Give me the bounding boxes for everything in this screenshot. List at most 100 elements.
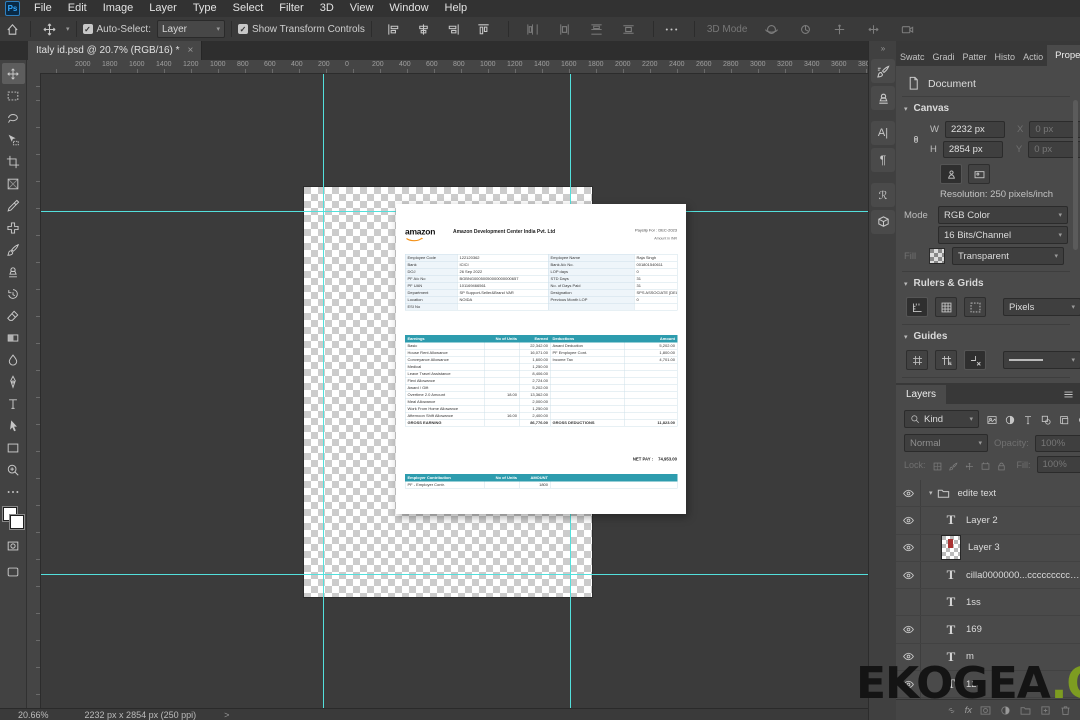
color-swatches[interactable] — [2, 506, 25, 531]
fill-select[interactable]: Transparent ▾ — [952, 247, 1064, 265]
menu-help[interactable]: Help — [437, 0, 476, 17]
visibility-toggle[interactable] — [896, 534, 921, 561]
menu-image[interactable]: Image — [95, 0, 142, 17]
lasso-tool[interactable] — [2, 107, 25, 128]
payslip-document[interactable]: amazon Amazon Development Center India P… — [396, 204, 686, 514]
zoom-tool[interactable] — [2, 459, 25, 480]
menu-type[interactable]: Type — [185, 0, 225, 17]
visibility-toggle[interactable] — [896, 561, 921, 589]
layer-filter-select[interactable]: Kind ▾ — [904, 410, 979, 428]
group-expand-icon[interactable]: ▾ — [929, 489, 933, 497]
distribute-top-button[interactable] — [585, 19, 609, 39]
panel-scrollbar[interactable] — [1073, 100, 1078, 250]
lock-pixels-button[interactable] — [948, 459, 959, 471]
libraries-panel-button[interactable] — [871, 210, 895, 234]
rectangle-tool[interactable] — [2, 437, 25, 458]
more-options-button[interactable] — [660, 19, 684, 39]
brush-tool[interactable] — [2, 239, 25, 260]
lock-all-button[interactable] — [996, 459, 1007, 471]
more-tool[interactable] — [2, 481, 25, 502]
move-tool[interactable] — [1, 63, 25, 84]
character-panel-button[interactable]: A| — [871, 121, 895, 145]
link-dimensions-icon[interactable] — [910, 128, 922, 150]
bit-depth-select[interactable]: 16 Bits/Channel ▾ — [938, 226, 1068, 244]
layer-name[interactable]: cilla0000000...ccccccccc0 d — [966, 570, 1080, 581]
menu-view[interactable]: View — [342, 0, 382, 17]
shape-filter-button[interactable] — [1040, 413, 1052, 425]
units-select[interactable]: Pixels ▾ — [1003, 298, 1080, 316]
landscape-orientation-button[interactable] — [968, 164, 990, 184]
type-filter-button[interactable] — [1022, 413, 1034, 425]
fill-swatch[interactable] — [929, 248, 945, 264]
menu-window[interactable]: Window — [381, 0, 436, 17]
pixel-filter-button[interactable] — [986, 413, 998, 425]
slide-3d-button[interactable] — [861, 19, 885, 39]
eraser-tool[interactable] — [2, 305, 25, 326]
auto-select-dropdown[interactable]: Layer ▾ — [157, 20, 225, 38]
guides-collapse-icon[interactable]: ▾ — [904, 333, 908, 341]
tab-swatc[interactable]: Swatc — [896, 48, 929, 66]
toggle-snap-button[interactable] — [964, 297, 986, 317]
tab-patter[interactable]: Patter — [959, 48, 991, 66]
layer-row[interactable]: T 1ss — [896, 589, 1080, 617]
ruler-origin[interactable] — [27, 60, 41, 74]
paragraph-panel-button[interactable]: ¶ — [871, 148, 895, 172]
camera-3d-button[interactable] — [895, 19, 919, 39]
layer-row[interactable]: Layer 3 — [896, 534, 1080, 562]
portrait-orientation-button[interactable] — [940, 164, 962, 184]
close-tab-icon[interactable]: × — [188, 45, 194, 56]
gradient-tool[interactable] — [2, 327, 25, 348]
zoom-level[interactable]: 20.66% — [18, 710, 49, 720]
status-options-icon[interactable]: > — [224, 710, 229, 720]
align-top-edges-button[interactable] — [472, 19, 496, 39]
new-guide-button[interactable] — [906, 350, 928, 370]
color-filter-button[interactable] — [1076, 413, 1080, 425]
layer-row[interactable]: Tcilla0000000...ccccccccc0 d — [896, 561, 1080, 590]
healing-tool[interactable] — [2, 217, 25, 238]
marquee-tool[interactable] — [2, 85, 25, 106]
opacity-field[interactable]: 100% — [1034, 434, 1080, 452]
glyphs-panel-button[interactable]: ℛ — [871, 183, 895, 207]
horizontal-ruler[interactable]: 2000 1800 1600 1400 1200 1000 800 600 400 200 0 200… — [40, 60, 868, 74]
layers-tab[interactable]: Layers — [896, 385, 947, 404]
canvas-width-field[interactable]: 2232 px — [944, 121, 1005, 138]
adjustment-filter-button[interactable] — [1004, 413, 1016, 425]
clear-guides-button[interactable] — [964, 350, 986, 370]
vertical-guide[interactable] — [323, 73, 324, 708]
tab-gradi[interactable]: Gradi — [929, 48, 959, 66]
clone-stamp-tool[interactable] — [2, 261, 25, 282]
blend-mode-select[interactable]: Normal ▾ — [904, 434, 988, 452]
toggle-grid-button[interactable] — [935, 297, 957, 317]
distribute-vertical-button[interactable] — [617, 19, 641, 39]
screen-mode-button[interactable] — [2, 561, 25, 582]
guide-style-select[interactable]: ▾ — [1003, 351, 1080, 369]
history-brush-tool[interactable] — [2, 283, 25, 304]
crop-tool[interactable] — [2, 151, 25, 172]
horizontal-guide[interactable] — [40, 574, 868, 575]
layer-thumbnail[interactable] — [941, 535, 961, 561]
quick-mask-button[interactable] — [2, 535, 25, 556]
lock-transparent-button[interactable] — [932, 459, 943, 471]
blur-tool[interactable] — [2, 349, 25, 370]
canvas-height-field[interactable]: 2854 px — [942, 141, 1003, 158]
vertical-ruler[interactable] — [27, 73, 41, 708]
clone-source-panel-button[interactable] — [871, 86, 895, 110]
distribute-center-horizontal-button[interactable] — [553, 19, 577, 39]
visibility-toggle[interactable] — [896, 589, 921, 616]
move-tool-preset[interactable] — [37, 19, 61, 39]
layer-row[interactable]: T 169 — [896, 616, 1080, 644]
menu-edit[interactable]: Edit — [60, 0, 95, 17]
align-right-edges-button[interactable] — [442, 19, 466, 39]
layer-row[interactable]: ▾ edite text — [896, 480, 1080, 508]
pan-3d-button[interactable] — [827, 19, 851, 39]
rulers-grids-collapse-icon[interactable]: ▾ — [904, 280, 908, 288]
layer-fill-field[interactable]: 100% — [1036, 456, 1080, 473]
smart-object-filter-button[interactable] — [1058, 413, 1070, 425]
color-mode-select[interactable]: RGB Color ▾ — [938, 206, 1068, 224]
distribute-left-button[interactable] — [521, 19, 545, 39]
auto-select-checkbox[interactable]: ✓ — [82, 24, 93, 34]
layer-name[interactable]: Layer 2 — [966, 515, 1080, 526]
menu-3d[interactable]: 3D — [312, 0, 342, 17]
menu-select[interactable]: Select — [225, 0, 272, 17]
layer-row[interactable]: T Layer 2 — [896, 507, 1080, 535]
